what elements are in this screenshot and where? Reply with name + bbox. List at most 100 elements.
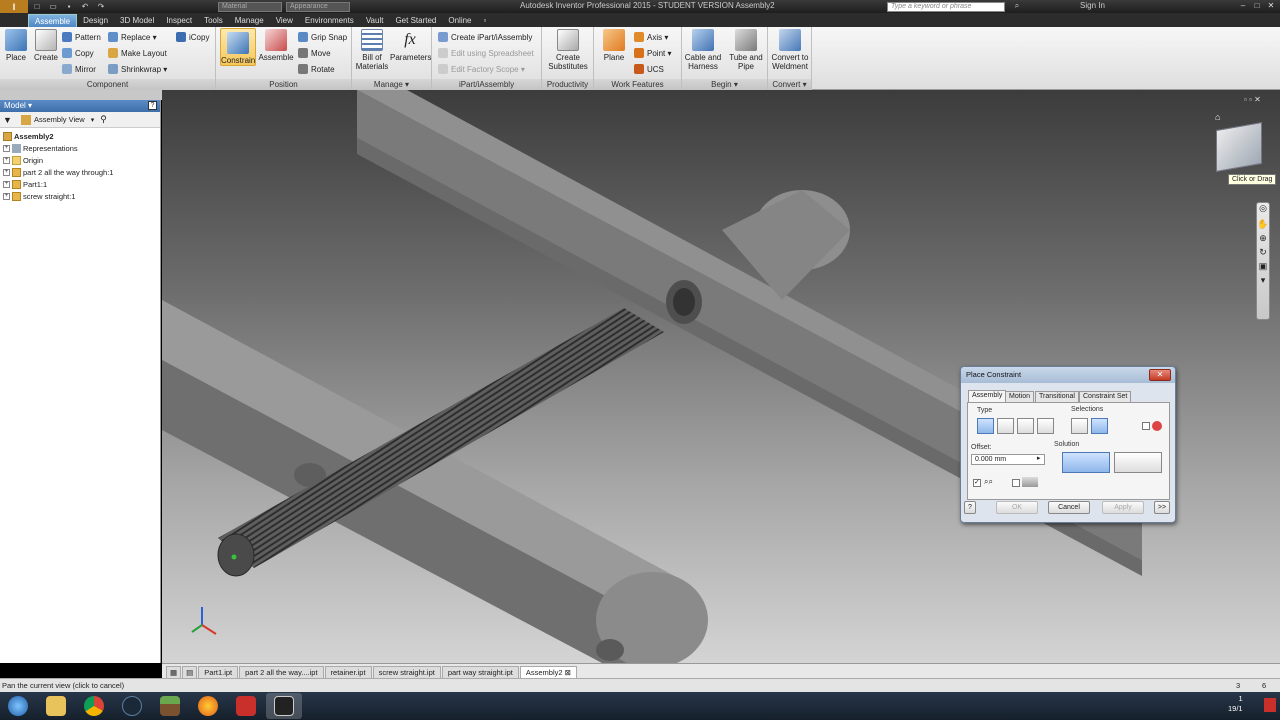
cancel-button[interactable]: Cancel (1048, 501, 1090, 514)
tile-icon[interactable]: ▦ (166, 666, 182, 678)
point-button[interactable]: Point ▾ (634, 47, 671, 59)
ucs-button[interactable]: UCS (634, 63, 664, 75)
browser-help-icon[interactable]: ? (148, 101, 157, 110)
shrinkwrap-button[interactable]: Shrinkwrap ▾ (108, 63, 167, 75)
predict-offset-checkbox[interactable] (1012, 479, 1020, 487)
undo-icon[interactable]: ↶ (78, 2, 92, 12)
pattern-button[interactable]: Pattern (62, 31, 101, 43)
icopy-button[interactable]: iCopy (176, 31, 209, 43)
mate-solution-icon[interactable] (1062, 452, 1110, 473)
tab-3d-model[interactable]: 3D Model (114, 14, 160, 27)
taskbar-steam[interactable] (114, 693, 150, 719)
tree-item-screw[interactable]: + screw straight:1 (3, 190, 160, 202)
bill-of-materials-button[interactable]: Bill of Materials (354, 29, 390, 71)
steering-wheel-icon[interactable]: ◎ (1257, 203, 1269, 219)
look-at-icon[interactable]: ▣ (1257, 261, 1269, 275)
dialog-tab-constraint-set[interactable]: Constraint Set (1079, 391, 1132, 402)
sign-in-link[interactable]: Sign In (1080, 1, 1105, 10)
expand-toggle-icon[interactable]: + (3, 156, 10, 164)
doc-tab-part-way[interactable]: part way straight.ipt (441, 666, 519, 678)
tree-item-part2[interactable]: + part 2 all the way through:1 (3, 166, 160, 178)
tree-item-root[interactable]: Assembly2 (3, 130, 160, 142)
move-button[interactable]: Move (298, 47, 331, 59)
dialog-tab-motion[interactable]: Motion (1005, 391, 1035, 402)
open-icon[interactable]: ▭ (46, 2, 60, 12)
tab-view[interactable]: View (270, 14, 299, 27)
dialog-tab-transitional[interactable]: Transitional (1035, 391, 1079, 402)
more-options-button[interactable]: >> (1154, 501, 1170, 514)
taskbar-explorer[interactable] (38, 693, 74, 719)
cascade-icon[interactable]: ▤ (182, 666, 198, 678)
cable-harness-button[interactable]: Cable and Harness (682, 29, 724, 71)
mirror-button[interactable]: Mirror (62, 63, 96, 75)
viewport-window-controls[interactable]: ▫ ▫ ✕ (1244, 95, 1261, 104)
tab-close-icon[interactable]: ⊠ (565, 668, 571, 677)
selection-2-icon[interactable] (1091, 418, 1108, 434)
tree-item-representations[interactable]: + Representations (3, 142, 160, 154)
taskbar-minecraft[interactable] (152, 693, 188, 719)
expand-toggle-icon[interactable]: + (3, 144, 10, 152)
show-desktop-icon[interactable] (1264, 698, 1276, 712)
orbit-icon[interactable]: ↻ (1257, 247, 1269, 261)
tube-pipe-button[interactable]: Tube and Pipe (726, 29, 766, 71)
axis-button[interactable]: Axis ▾ (634, 31, 668, 43)
tab-design[interactable]: Design (77, 14, 114, 27)
replace-button[interactable]: Replace ▾ (108, 31, 157, 43)
edit-factory-scope-button[interactable]: Edit Factory Scope ▾ (438, 63, 525, 75)
taskbar-firefox[interactable] (190, 693, 226, 719)
copy-button[interactable]: Copy (62, 47, 94, 59)
close-icon[interactable]: ✕ (1264, 1, 1278, 11)
taskbar-inventor[interactable] (266, 693, 302, 719)
doc-tab-part2[interactable]: part 2 all the way....ipt (239, 666, 324, 678)
convert-weldment-button[interactable]: Convert to Weldment (769, 29, 811, 71)
tab-inspect[interactable]: Inspect (160, 14, 198, 27)
doc-tab-part1[interactable]: Part1.ipt (198, 666, 239, 678)
mate-constraint-icon[interactable] (977, 418, 994, 434)
create-ipart-button[interactable]: Create iPart/iAssembly (438, 31, 532, 43)
material-combo[interactable]: Material (218, 1, 282, 12)
tab-environments[interactable]: Environments (299, 14, 360, 27)
rotate-button[interactable]: Rotate (298, 63, 335, 75)
browser-header[interactable]: Model ▾ ? (0, 100, 160, 112)
dialog-help-icon[interactable]: ? (964, 501, 976, 514)
taskbar-chrome[interactable] (76, 693, 112, 719)
viewcube-icon[interactable] (1216, 121, 1262, 173)
tab-tools[interactable]: Tools (198, 14, 229, 27)
pan-hand-icon[interactable]: ✋ (1257, 219, 1269, 233)
doc-tab-retainer[interactable]: retainer.ipt (324, 666, 372, 678)
new-icon[interactable]: □ (30, 2, 44, 12)
dialog-close-icon[interactable]: ✕ (1149, 369, 1171, 381)
taskbar-app-red[interactable] (228, 693, 264, 719)
assembly-view-combo[interactable]: Assembly View (34, 115, 85, 124)
offset-input[interactable]: 0.000 mm (971, 454, 1045, 465)
tangent-constraint-icon[interactable] (1017, 418, 1034, 434)
filter-icon[interactable]: ▼ (3, 115, 13, 125)
tab-assemble[interactable]: Assemble (28, 14, 78, 27)
ribbon-minimize-icon[interactable]: ▫ (478, 14, 493, 27)
zoom-icon[interactable]: ⊕ (1257, 233, 1269, 247)
save-icon[interactable]: ▪ (62, 2, 76, 12)
expand-toggle-icon[interactable]: + (3, 180, 10, 188)
place-button[interactable]: Place (3, 29, 29, 62)
selection-1-icon[interactable] (1071, 418, 1088, 434)
dropdown-arrow-icon[interactable]: ▾ (91, 116, 95, 124)
ok-button[interactable]: OK (996, 501, 1038, 514)
tab-vault[interactable]: Vault (360, 14, 390, 27)
flush-solution-icon[interactable] (1114, 452, 1162, 473)
grip-snap-button[interactable]: Grip Snap (298, 31, 347, 43)
expand-toggle-icon[interactable]: + (3, 168, 10, 176)
offset-arrow-icon[interactable]: ▸ (1037, 454, 1041, 462)
apply-button[interactable]: Apply (1102, 501, 1144, 514)
tree-item-origin[interactable]: + Origin (3, 154, 160, 166)
plane-button[interactable]: Plane (598, 29, 630, 62)
create-substitutes-button[interactable]: Create Substitutes (546, 29, 590, 71)
parameters-button[interactable]: fx Parameters (390, 29, 431, 62)
inventor-logo[interactable]: I (0, 0, 28, 13)
pick-part-first-icon[interactable] (1152, 421, 1162, 431)
tree-item-part1[interactable]: + Part1:1 (3, 178, 160, 190)
dialog-tab-assembly[interactable]: Assembly (968, 390, 1007, 402)
expand-toggle-icon[interactable]: + (3, 192, 10, 200)
angle-constraint-icon[interactable] (997, 418, 1014, 434)
maximize-icon[interactable]: □ (1250, 1, 1264, 11)
find-binoculars-icon[interactable]: ⚲ (100, 114, 107, 125)
